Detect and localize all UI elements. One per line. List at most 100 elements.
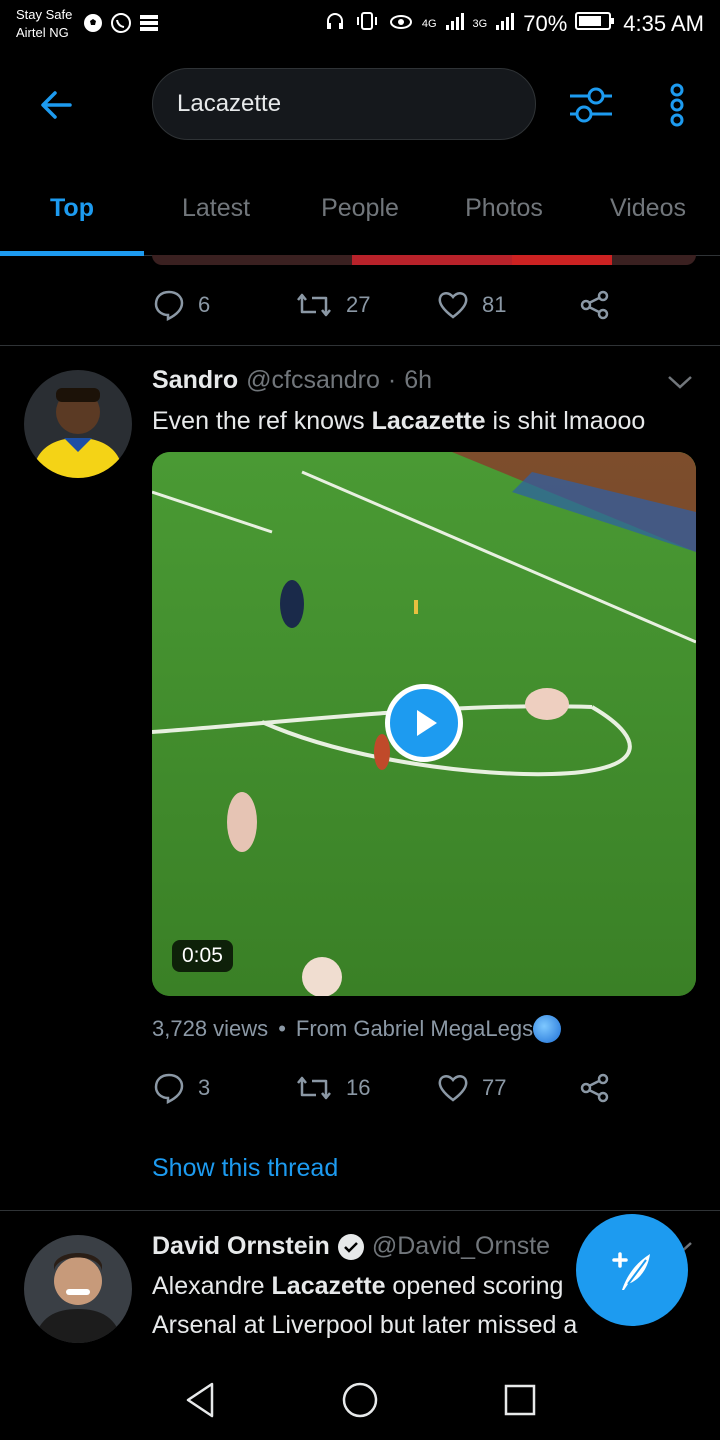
- tweet-text: Even the ref knows Lacazette is shit lma…: [152, 402, 697, 441]
- video-views: 3,728 views • From Gabriel MegaLegs: [152, 1015, 562, 1043]
- verified-badge-icon: [337, 1233, 364, 1260]
- reply-icon: [154, 290, 184, 322]
- search-highlight: Lacazette: [371, 407, 486, 435]
- tab-latest[interactable]: Latest: [144, 176, 288, 256]
- eye-icon: [388, 10, 414, 38]
- status-bar: Stay Safe Airtel NG 4G 3G 70% 4:35 AM: [0, 0, 720, 50]
- video-player[interactable]: 0:05: [152, 452, 696, 996]
- tab-photos[interactable]: Photos: [432, 176, 576, 256]
- avatar[interactable]: [24, 370, 132, 478]
- search-bar[interactable]: [152, 68, 536, 140]
- signal-icon: [495, 11, 515, 37]
- filter-button[interactable]: [566, 82, 616, 128]
- reply-button[interactable]: 3: [152, 1071, 294, 1105]
- search-tabs: Top Latest People Photos Videos: [0, 176, 720, 256]
- display-name[interactable]: Sandro: [152, 366, 238, 395]
- play-button[interactable]: [385, 684, 463, 762]
- separator: •: [278, 1016, 286, 1041]
- headset-icon: [324, 10, 346, 38]
- network-3g: 3G: [472, 18, 488, 30]
- square-recents-icon: [504, 1384, 536, 1416]
- chevron-down-icon: [668, 376, 692, 389]
- more-options-button[interactable]: [662, 80, 692, 130]
- like-count: 77: [482, 1075, 507, 1100]
- retweet-count: 16: [346, 1075, 371, 1100]
- notification-icons: [82, 12, 160, 34]
- share-button[interactable]: [578, 1071, 612, 1105]
- sliders-icon: [570, 87, 612, 123]
- menu-list-icon: [138, 12, 160, 34]
- tweet-text-part: Even the ref knows: [152, 407, 372, 435]
- tab-top[interactable]: Top: [0, 176, 144, 256]
- retweet-icon: [297, 1076, 331, 1100]
- network-4g: 4G: [421, 18, 437, 30]
- triangle-back-icon: [186, 1382, 214, 1418]
- vibrate-icon: [354, 10, 380, 38]
- circle-home-icon: [342, 1382, 378, 1418]
- like-count: 81: [482, 292, 507, 317]
- heart-icon: [438, 292, 468, 319]
- divider: [0, 345, 720, 346]
- reply-icon: [154, 1073, 184, 1105]
- show-thread-link[interactable]: Show this thread: [152, 1154, 338, 1183]
- video-source-link[interactable]: From Gabriel MegaLegs: [296, 1016, 533, 1042]
- user-handle[interactable]: @David_Ornste: [372, 1232, 550, 1261]
- globe-emoji-icon: [533, 1015, 562, 1043]
- reply-count: 3: [198, 1075, 211, 1100]
- carrier-line1: Stay Safe: [16, 7, 73, 22]
- nav-back-button[interactable]: [178, 1378, 222, 1422]
- share-button[interactable]: [578, 288, 612, 322]
- tweet-header: Sandro @cfcsandro · 6h: [152, 366, 432, 395]
- retweet-count: 27: [346, 292, 371, 317]
- tweet-menu-button[interactable]: [666, 368, 694, 401]
- like-button[interactable]: 81: [436, 288, 578, 322]
- search-highlight: Lacazette: [271, 1272, 386, 1300]
- carrier-info: Stay Safe Airtel NG: [16, 6, 72, 42]
- battery-icon: [575, 10, 615, 38]
- battery-percent: 70%: [523, 11, 568, 36]
- retweet-icon: [297, 293, 331, 317]
- search-input[interactable]: [177, 90, 507, 118]
- back-button[interactable]: [30, 80, 82, 130]
- separator: ·: [387, 366, 397, 394]
- share-icon: [580, 290, 609, 320]
- compose-feather-icon: [612, 1252, 650, 1290]
- compose-tweet-button[interactable]: [576, 1214, 688, 1326]
- whatsapp-icon: [110, 12, 132, 34]
- user-handle[interactable]: @cfcsandro: [246, 366, 380, 395]
- tweet-time: 6h: [404, 366, 433, 394]
- previous-tweet-actions: 6 27 81: [152, 285, 622, 325]
- like-button[interactable]: 77: [436, 1071, 578, 1105]
- tweet-text-part: Alexandre: [152, 1272, 272, 1300]
- avatar[interactable]: [24, 1235, 132, 1343]
- clock: 4:35 AM: [623, 11, 704, 36]
- share-icon: [580, 1073, 609, 1103]
- tab-people[interactable]: People: [288, 176, 432, 256]
- tweet-actions: 3 16 77: [152, 1068, 622, 1108]
- view-count: 3,728 views: [152, 1016, 269, 1041]
- arrow-left-icon: [41, 91, 72, 119]
- search-header: [0, 60, 720, 150]
- heart-icon: [438, 1075, 468, 1102]
- tweet-header: David Ornstein @David_Ornste: [152, 1232, 550, 1261]
- previous-tweet-media[interactable]: [152, 255, 696, 265]
- retweet-button[interactable]: 16: [294, 1071, 436, 1105]
- video-duration: 0:05: [172, 940, 233, 972]
- more-vertical-icon: [670, 83, 684, 127]
- carrier-line2: Airtel NG: [16, 25, 69, 40]
- retweet-button[interactable]: 27: [294, 288, 436, 322]
- nav-home-button[interactable]: [338, 1378, 382, 1422]
- nav-recents-button[interactable]: [498, 1378, 542, 1422]
- display-name[interactable]: David Ornstein: [152, 1232, 330, 1261]
- soccer-ball-icon: [82, 12, 104, 34]
- tweet-text-part: is shit lmaooo: [485, 407, 646, 435]
- tab-videos[interactable]: Videos: [576, 176, 720, 256]
- signal-icon: [445, 11, 465, 37]
- reply-button[interactable]: 6: [152, 288, 294, 322]
- tweet-text-part: opened scoring: [385, 1272, 564, 1300]
- reply-count: 6: [198, 292, 211, 317]
- status-right: 4G 3G 70% 4:35 AM: [324, 10, 704, 38]
- divider: [0, 1210, 720, 1211]
- play-icon: [417, 710, 437, 736]
- system-nav-bar: [0, 1356, 720, 1440]
